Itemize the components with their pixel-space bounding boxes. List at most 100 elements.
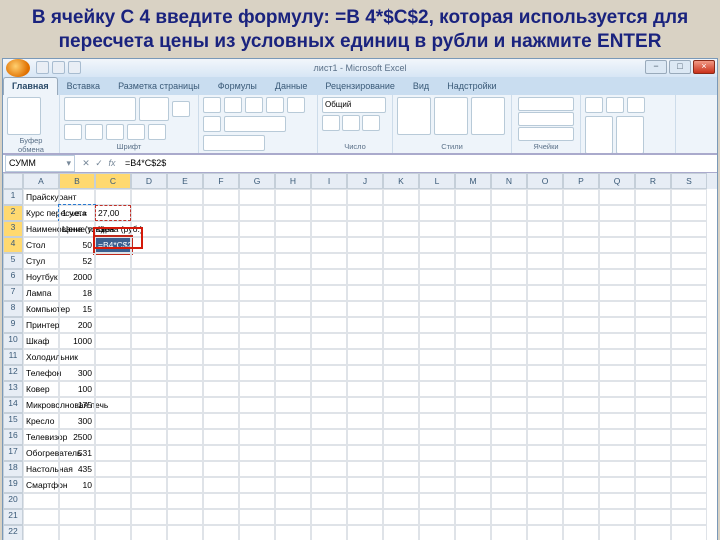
cell-I18[interactable] [311,461,347,477]
cell-L6[interactable] [419,269,455,285]
cell-H20[interactable] [275,493,311,509]
cell-R15[interactable] [635,413,671,429]
format-cells[interactable] [518,127,574,141]
insert-cells[interactable] [518,97,574,111]
format-table[interactable] [434,97,468,135]
fill-button[interactable] [606,97,624,113]
cell-L2[interactable] [419,205,455,221]
cell-J3[interactable] [347,221,383,237]
cell-R19[interactable] [635,477,671,493]
cell-J4[interactable] [347,237,383,253]
cell-N14[interactable] [491,397,527,413]
cell-E14[interactable] [167,397,203,413]
cell-C2[interactable]: 27,00 [95,205,131,221]
cell-S2[interactable] [671,205,707,221]
cell-O17[interactable] [527,445,563,461]
cell-B9[interactable]: 200 [59,317,95,333]
row-header-7[interactable]: 7 [3,285,23,301]
cell-S7[interactable] [671,285,707,301]
cell-F12[interactable] [203,365,239,381]
cell-A1[interactable]: Прайскурант [23,189,59,205]
cell-S13[interactable] [671,381,707,397]
row-header-12[interactable]: 12 [3,365,23,381]
cell-L19[interactable] [419,477,455,493]
currency-button[interactable] [322,115,340,131]
delete-cells[interactable] [518,112,574,126]
cell-O5[interactable] [527,253,563,269]
cell-J11[interactable] [347,349,383,365]
cell-D11[interactable] [131,349,167,365]
col-header-C[interactable]: C [95,173,131,189]
cell-I12[interactable] [311,365,347,381]
cell-C7[interactable] [95,285,131,301]
cell-P2[interactable] [563,205,599,221]
cell-Q6[interactable] [599,269,635,285]
cell-C20[interactable] [95,493,131,509]
cell-E6[interactable] [167,269,203,285]
cell-D6[interactable] [131,269,167,285]
qat-undo-icon[interactable] [52,61,65,74]
cell-J15[interactable] [347,413,383,429]
cell-G22[interactable] [239,525,275,540]
cell-Q3[interactable] [599,221,635,237]
cell-G1[interactable] [239,189,275,205]
cell-Q14[interactable] [599,397,635,413]
cell-R16[interactable] [635,429,671,445]
align-middle[interactable] [224,97,242,113]
formula-input[interactable]: =B4*C$2$ [121,158,717,168]
select-all[interactable] [3,173,23,189]
cell-H6[interactable] [275,269,311,285]
cell-R14[interactable] [635,397,671,413]
cell-O13[interactable] [527,381,563,397]
cell-Q9[interactable] [599,317,635,333]
cell-S22[interactable] [671,525,707,540]
cell-K20[interactable] [383,493,419,509]
cell-L1[interactable] [419,189,455,205]
cell-B11[interactable] [59,349,95,365]
cell-J16[interactable] [347,429,383,445]
cell-G3[interactable] [239,221,275,237]
cell-J7[interactable] [347,285,383,301]
cell-I16[interactable] [311,429,347,445]
cell-J13[interactable] [347,381,383,397]
cell-C11[interactable] [95,349,131,365]
cell-G11[interactable] [239,349,275,365]
cell-L13[interactable] [419,381,455,397]
cell-N20[interactable] [491,493,527,509]
cell-L5[interactable] [419,253,455,269]
cell-G21[interactable] [239,509,275,525]
cell-B16[interactable]: 2500 [59,429,95,445]
cell-I6[interactable] [311,269,347,285]
cell-J21[interactable] [347,509,383,525]
cell-G6[interactable] [239,269,275,285]
cell-I22[interactable] [311,525,347,540]
wrap-text[interactable] [224,116,286,132]
cell-N1[interactable] [491,189,527,205]
cell-I3[interactable] [311,221,347,237]
bold-button[interactable] [172,101,190,117]
cell-Q12[interactable] [599,365,635,381]
cell-L17[interactable] [419,445,455,461]
cell-E11[interactable] [167,349,203,365]
cell-E22[interactable] [167,525,203,540]
align-bottom[interactable] [245,97,263,113]
cell-H14[interactable] [275,397,311,413]
cell-L20[interactable] [419,493,455,509]
cell-L21[interactable] [419,509,455,525]
cell-G19[interactable] [239,477,275,493]
align-right[interactable] [203,116,221,132]
cell-I15[interactable] [311,413,347,429]
cell-S19[interactable] [671,477,707,493]
number-format[interactable]: Общий [322,97,386,113]
close-button[interactable]: × [693,60,715,74]
cell-L10[interactable] [419,333,455,349]
cell-M14[interactable] [455,397,491,413]
cell-M19[interactable] [455,477,491,493]
cell-I19[interactable] [311,477,347,493]
cell-K3[interactable] [383,221,419,237]
cell-F4[interactable] [203,237,239,253]
cell-B22[interactable] [59,525,95,540]
cell-D16[interactable] [131,429,167,445]
cell-S12[interactable] [671,365,707,381]
cell-E18[interactable] [167,461,203,477]
